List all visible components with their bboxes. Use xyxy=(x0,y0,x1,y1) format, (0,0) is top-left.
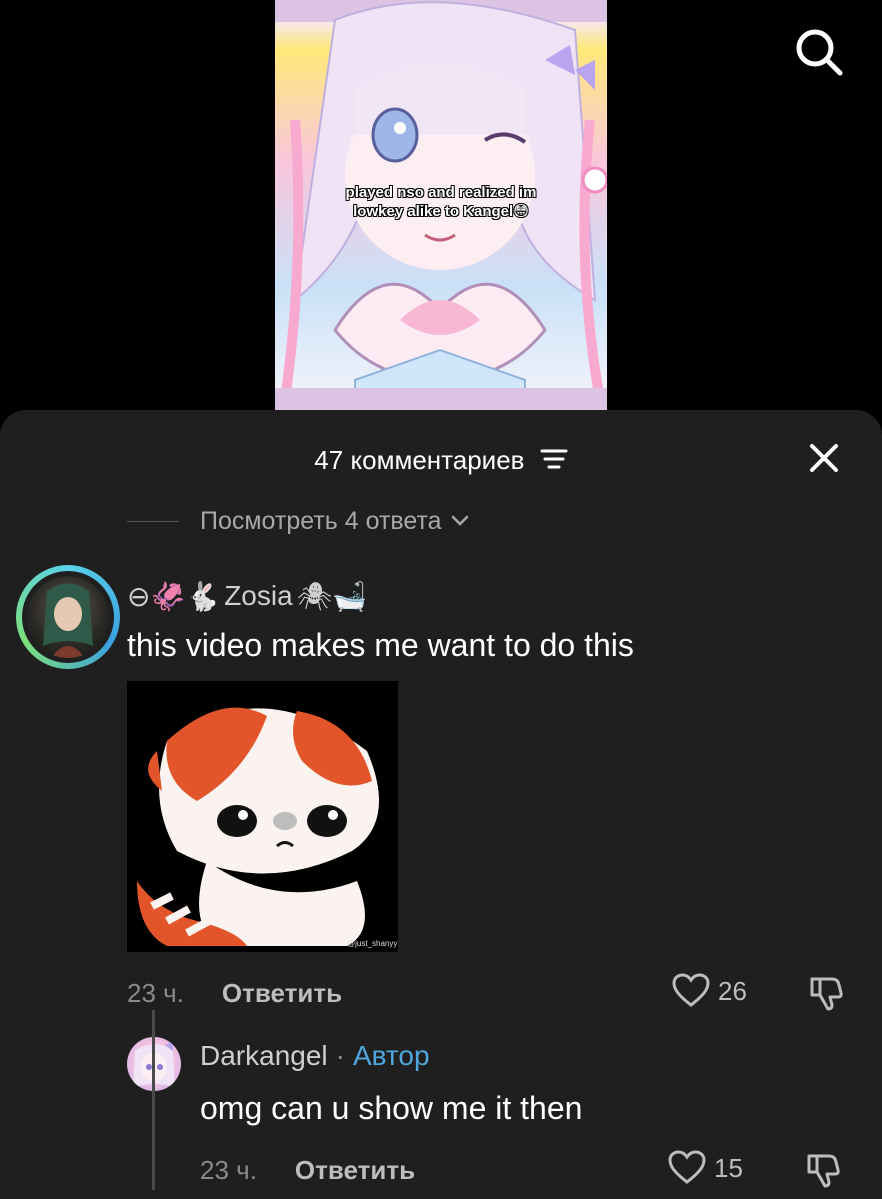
heart-icon xyxy=(668,1150,706,1184)
reply-dislike-button[interactable] xyxy=(803,1152,843,1193)
comments-sheet: 47 комментариев Посмотреть 4 ответа ⊖🦑🐇 … xyxy=(0,410,882,1199)
reply-like-button[interactable]: 15 xyxy=(668,1150,743,1186)
cat-sticker-image: @just_shanyy xyxy=(127,681,398,952)
comment-text: this video makes me want to do this xyxy=(127,627,634,663)
avatar xyxy=(27,576,109,658)
comment-time: 23 ч. xyxy=(127,977,184,1008)
video-player[interactable]: played nso and realized im lowkey alike … xyxy=(0,0,882,410)
username-text: Zosia xyxy=(224,580,293,611)
comment-meta: 23 ч. Ответить xyxy=(127,975,342,1011)
comment-sticker[interactable]: @just_shanyy xyxy=(127,681,398,952)
sort-icon xyxy=(540,449,568,469)
avatar-image xyxy=(43,583,93,658)
video-bottom-band xyxy=(275,388,607,410)
author-badge: Автор xyxy=(352,1040,430,1071)
close-button[interactable] xyxy=(804,438,844,478)
reply-username-row: Darkangel · Автор xyxy=(200,1040,430,1072)
comment-username[interactable]: ⊖🦑🐇 Zosia 🕷🛁 xyxy=(127,578,367,614)
comments-count: 47 комментариев xyxy=(314,445,525,475)
reply-reply-button[interactable]: Ответить xyxy=(295,1155,415,1186)
username-prefix-emojis: ⊖🦑🐇 xyxy=(127,580,221,612)
reply-time: 23 ч. xyxy=(200,1154,257,1185)
comment-reply-button[interactable]: Ответить xyxy=(222,978,342,1009)
search-button[interactable] xyxy=(793,26,845,78)
view-replies-label: Посмотреть 4 ответа xyxy=(200,506,442,535)
chevron-down-icon xyxy=(451,515,468,526)
view-replies-button[interactable]: Посмотреть 4 ответа xyxy=(127,504,470,538)
sort-button[interactable] xyxy=(540,442,568,482)
thread-divider xyxy=(127,520,179,522)
reply-text: omg can u show me it then xyxy=(200,1090,583,1126)
heart-icon xyxy=(672,973,710,1007)
reply-like-count: 15 xyxy=(714,1152,743,1183)
video-frame[interactable]: played nso and realized im lowkey alike … xyxy=(275,0,607,410)
search-icon xyxy=(796,29,843,76)
reply-thread-line xyxy=(152,1010,155,1190)
close-icon xyxy=(810,444,838,472)
username-suffix-emojis: 🕷🛁 xyxy=(296,580,368,612)
comment-like-button[interactable]: 26 xyxy=(672,973,747,1009)
caption-line-1: played nso and realized im xyxy=(345,184,537,201)
reply-meta: 23 ч. Ответить xyxy=(200,1152,415,1188)
comment-like-count: 26 xyxy=(718,975,747,1006)
thumbs-down-icon xyxy=(810,977,843,1011)
comments-header: 47 комментариев xyxy=(0,440,882,480)
video-caption: played nso and realized im lowkey alike … xyxy=(275,183,607,221)
separator-dot: · xyxy=(335,1040,345,1071)
sticker-watermark: @just_shanyy xyxy=(347,939,397,948)
caption-line-2: lowkey alike to Kangel😳 xyxy=(353,203,529,220)
thumbs-down-icon xyxy=(807,1154,840,1188)
comment-dislike-button[interactable] xyxy=(806,975,846,1016)
reply-username[interactable]: Darkangel xyxy=(200,1040,328,1072)
commenter-avatar[interactable] xyxy=(16,565,120,669)
